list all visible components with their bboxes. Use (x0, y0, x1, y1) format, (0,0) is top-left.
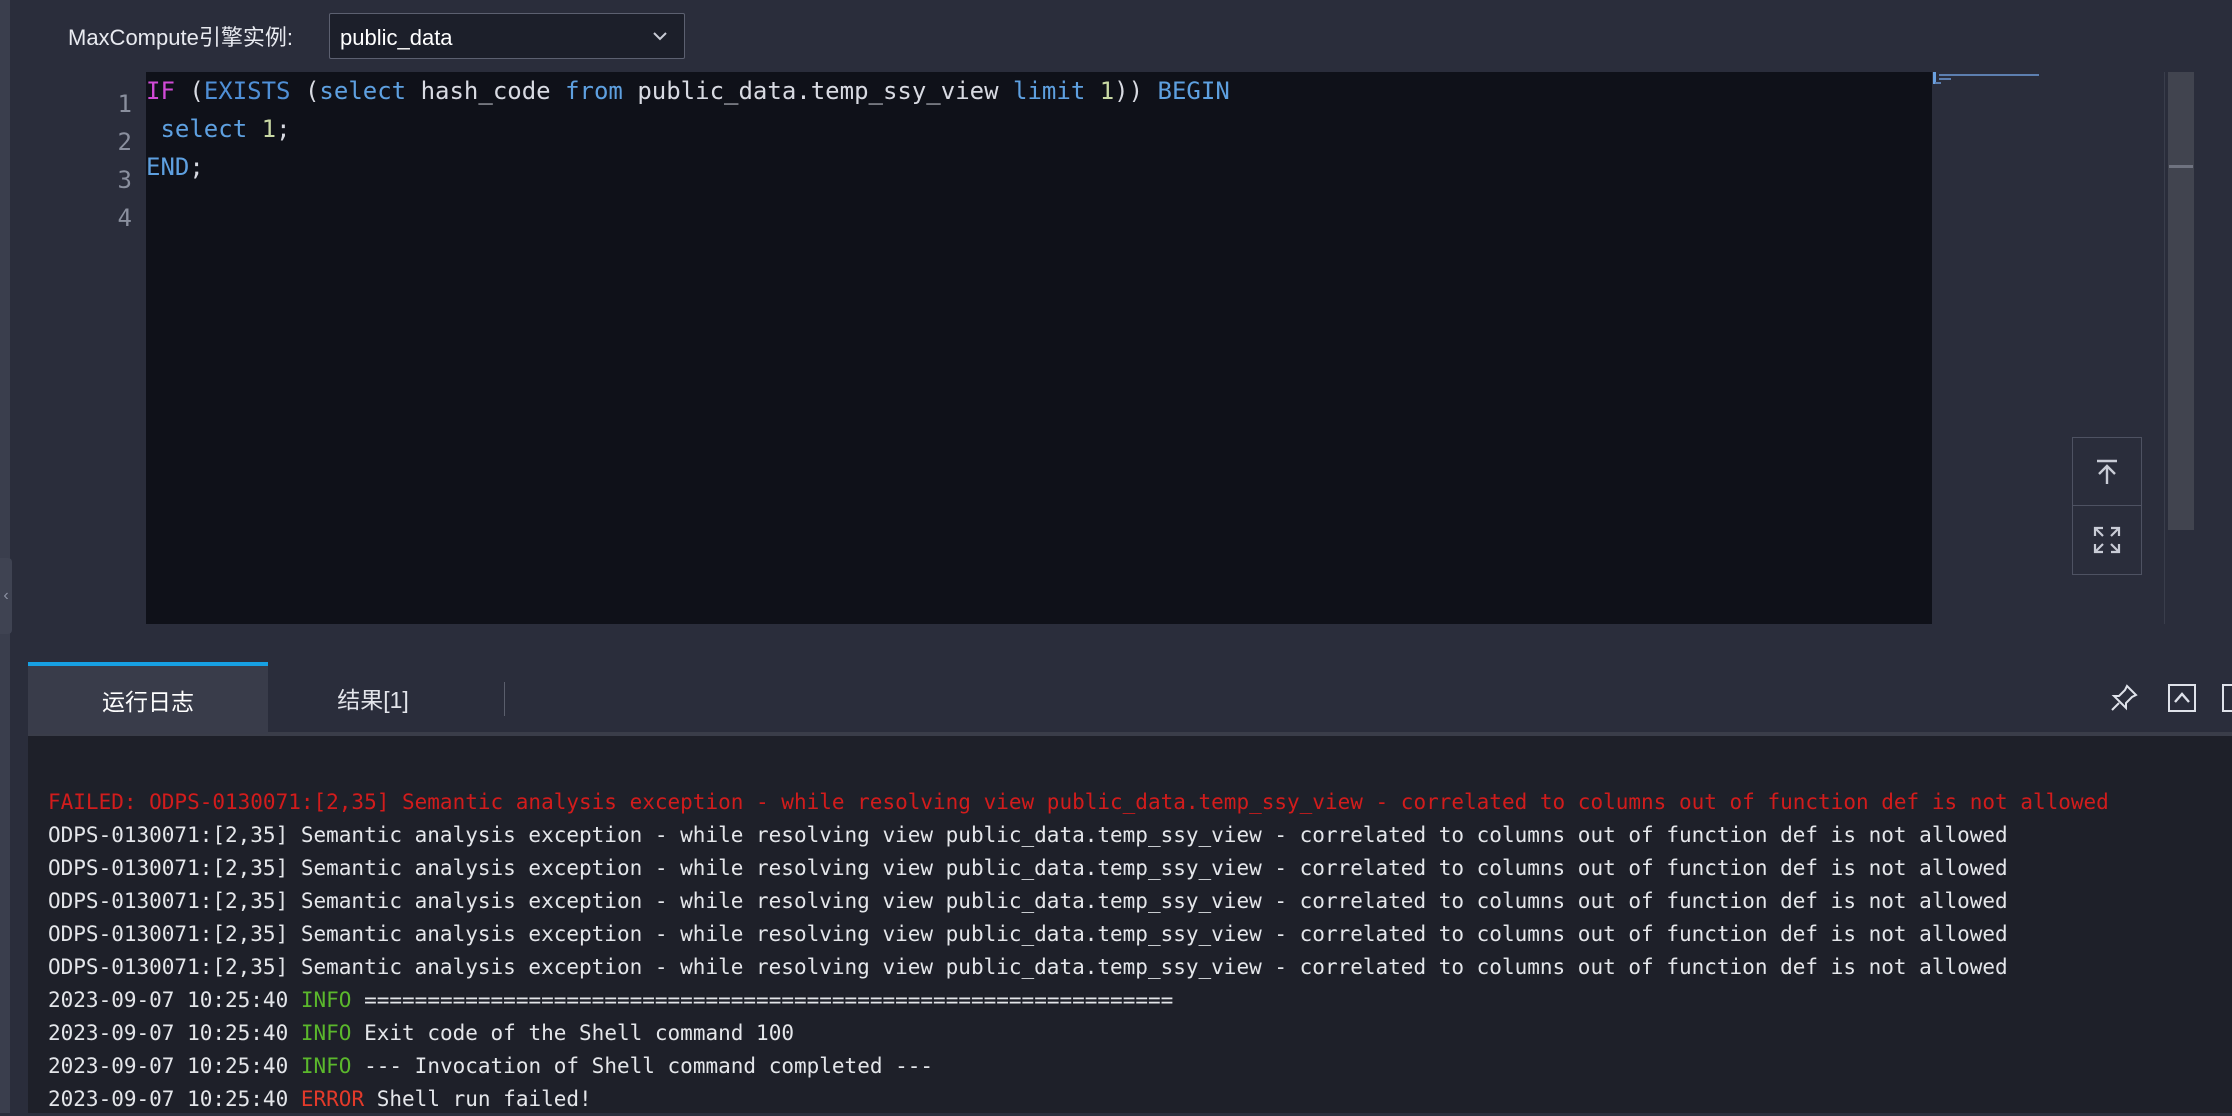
log-message: Shell run failed! (376, 1087, 592, 1111)
engine-instance-select[interactable]: public_data (329, 13, 685, 59)
code-token: BEGIN (1157, 77, 1230, 105)
code-token: ( (174, 77, 204, 105)
log-level: ERROR (300, 1087, 365, 1111)
collapse-up-icon[interactable] (2166, 682, 2198, 714)
log-timestamp: 2023-09-07 10:25:40 (48, 1054, 289, 1078)
line-number-gutter: 1 2 3 4 (28, 72, 146, 624)
log-timestamp: 2023-09-07 10:25:40 (48, 1087, 289, 1111)
arrow-to-top-icon (2097, 459, 2117, 484)
log-timestamp: 2023-09-07 10:25:40 (48, 988, 289, 1012)
log-entry: 2023-09-07 10:25:40 ERROR Shell run fail… (48, 1083, 2232, 1116)
code-line[interactable]: END; (146, 148, 204, 186)
log-level: INFO (300, 988, 352, 1012)
code-token: select (160, 115, 248, 143)
line-number: 3 (117, 166, 132, 194)
log-error-line: ODPS-0130071:[2,35] Semantic analysis ex… (48, 889, 2008, 913)
engine-toolbar: MaxCompute引擎实例: public_data (28, 0, 2232, 72)
fullscreen-button[interactable] (2072, 505, 2142, 575)
log-entry: 2023-09-07 10:25:40 INFO --- Invocation … (48, 1050, 2232, 1083)
log-level: INFO (300, 1054, 352, 1078)
code-token: select (319, 77, 407, 105)
log-failed-line: FAILED: ODPS-0130071:[2,35] Semantic ana… (48, 790, 2109, 814)
output-tabbar: 运行日志 结果[1] (28, 662, 2232, 736)
code-token: EXISTS (203, 77, 291, 105)
code-token: )) (1114, 77, 1158, 105)
code-token: hash_code (406, 77, 566, 105)
log-timestamp: 2023-09-07 10:25:40 (48, 1021, 289, 1045)
tab-divider (504, 682, 505, 716)
editor-scrollbar[interactable] (2164, 72, 2194, 624)
log-entry: 2023-09-07 10:25:40 INFO ===============… (48, 984, 2232, 1017)
engine-instance-value: public_data (340, 25, 453, 50)
log-error-line: ODPS-0130071:[2,35] Semantic analysis ex… (48, 922, 2008, 946)
code-token: ; (276, 115, 291, 143)
sql-editor: 1 2 3 4 IF (EXISTS (select hash_code fro… (28, 72, 2232, 662)
log-message: --- Invocation of Shell command complete… (364, 1054, 934, 1078)
line-number: 2 (117, 128, 132, 156)
scroll-to-top-button[interactable] (2072, 437, 2142, 507)
code-minimap[interactable] (1933, 72, 2153, 102)
code-token: 1 (1099, 77, 1115, 105)
code-token: public_data.temp_ssy_view (622, 77, 1014, 105)
engine-instance-label: MaxCompute引擎实例: (68, 25, 293, 50)
log-level: INFO (300, 1021, 352, 1045)
code-token: 1 (261, 115, 277, 143)
log-error-line: ODPS-0130071:[2,35] Semantic analysis ex… (48, 856, 2008, 880)
log-error-line: ODPS-0130071:[2,35] Semantic analysis ex… (48, 823, 2008, 847)
log-error-line: ODPS-0130071:[2,35] Semantic analysis ex… (48, 955, 2008, 979)
scroll-position-marker (2169, 165, 2193, 168)
code-token: END (146, 153, 190, 181)
code-token: ; (189, 153, 204, 181)
log-message: ========================================… (364, 988, 1174, 1012)
line-number: 4 (117, 204, 132, 232)
left-rail (0, 0, 10, 1113)
code-token: ( (290, 77, 320, 105)
log-entry: 2023-09-07 10:25:40 INFO Exit code of th… (48, 1017, 2232, 1050)
expand-icon (2093, 526, 2121, 554)
code-line[interactable]: select 1; (146, 110, 291, 148)
output-panel: 运行日志 结果[1] FAILED: ODPS-0130071:[2,35] S… (28, 662, 2232, 1113)
pin-icon[interactable] (2108, 682, 2140, 714)
tab-results[interactable]: 结果[1] (268, 662, 478, 734)
run-log: FAILED: ODPS-0130071:[2,35] Semantic ana… (48, 786, 2232, 1116)
tab-run-log[interactable]: 运行日志 (28, 662, 268, 734)
log-message: Exit code of the Shell command 100 (364, 1021, 794, 1045)
maximize-icon[interactable] (2220, 682, 2232, 714)
code-line[interactable]: IF (EXISTS (select hash_code from public… (146, 72, 1230, 110)
code-token: IF (146, 77, 175, 105)
line-number: 1 (117, 90, 132, 118)
editor-scrollbar-thumb[interactable] (2168, 72, 2194, 530)
chevron-left-icon: ‹ (3, 587, 9, 604)
code-content[interactable]: IF (EXISTS (select hash_code from public… (146, 72, 1932, 624)
code-token: limit (1013, 77, 1086, 105)
sidebar-collapse-handle[interactable]: ‹ (0, 558, 12, 634)
chevron-down-icon (653, 32, 667, 41)
code-token: from (565, 77, 623, 105)
